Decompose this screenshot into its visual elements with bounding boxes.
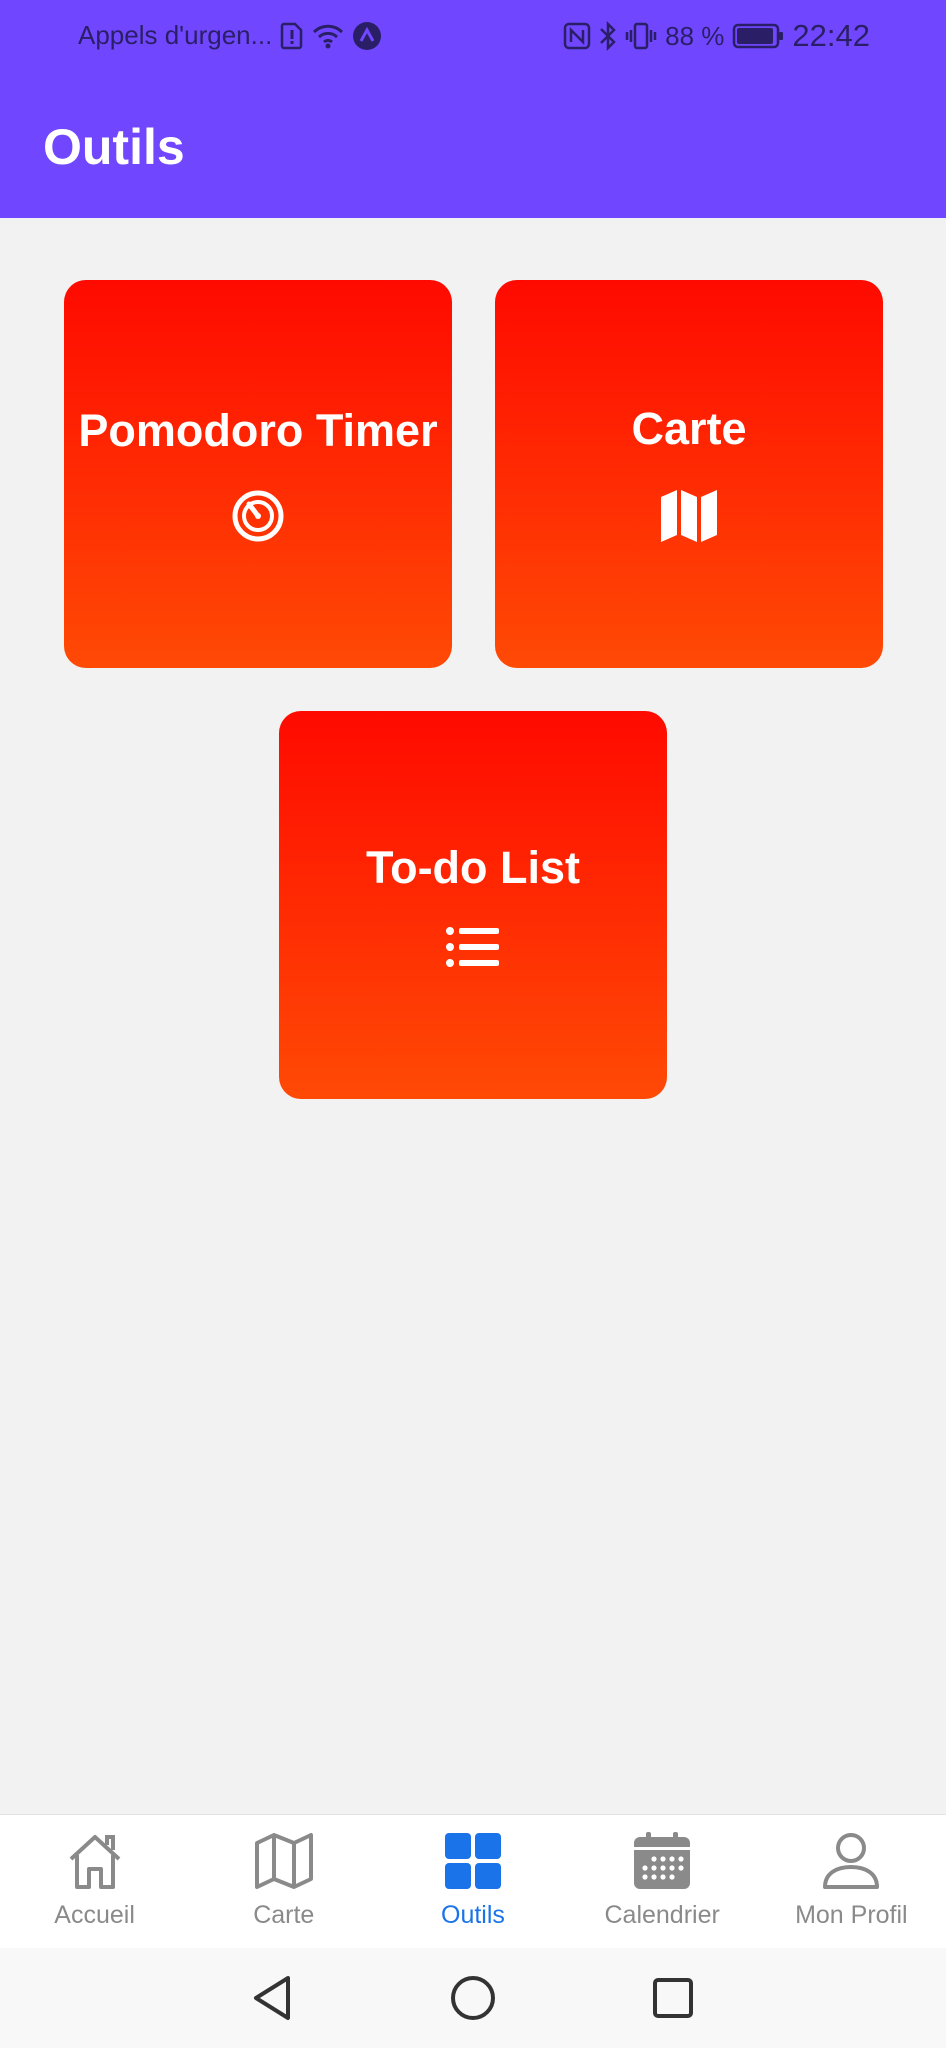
nav-item-calendrier[interactable]: Calendrier bbox=[568, 1815, 757, 1949]
nav-item-outils[interactable]: Outils bbox=[378, 1815, 567, 1949]
nav-label: Accueil bbox=[54, 1901, 135, 1929]
bottom-navigation: Accueil Carte Outils Calendrier Mon Prof… bbox=[0, 1814, 946, 1948]
home-icon bbox=[63, 1829, 127, 1893]
battery-percent: 88 % bbox=[665, 20, 725, 51]
map-icon bbox=[659, 487, 719, 545]
status-bar: Appels d'urgen... 88 % 22:42 bbox=[0, 0, 946, 72]
status-right: 88 % 22:42 bbox=[563, 18, 870, 54]
nav-label: Mon Profil bbox=[795, 1901, 908, 1929]
system-navigation-bar bbox=[0, 1948, 946, 2048]
tile-label: Carte bbox=[631, 403, 747, 454]
app-notification-icon bbox=[352, 21, 382, 51]
bluetooth-icon bbox=[599, 21, 617, 51]
wifi-icon bbox=[312, 23, 344, 49]
nav-item-accueil[interactable]: Accueil bbox=[0, 1815, 189, 1949]
vibrate-icon bbox=[625, 22, 657, 50]
tile-label: To-do List bbox=[365, 842, 581, 893]
nav-label: Outils bbox=[441, 1901, 505, 1929]
home-button[interactable] bbox=[445, 1970, 501, 2026]
person-icon bbox=[819, 1829, 883, 1893]
pomodoro-timer-tile[interactable]: Pomodoro Timer bbox=[64, 280, 452, 668]
tile-label: Pomodoro Timer bbox=[78, 405, 438, 456]
nav-item-carte[interactable]: Carte bbox=[189, 1815, 378, 1949]
battery-icon bbox=[732, 23, 784, 49]
todo-list-tile[interactable]: To-do List bbox=[279, 711, 667, 1099]
recent-apps-button[interactable] bbox=[645, 1970, 701, 2026]
grid-icon bbox=[441, 1829, 505, 1893]
page-title: Outils bbox=[43, 119, 185, 175]
app-header: Appels d'urgen... 88 % 22:42 Outils bbox=[0, 0, 946, 218]
nav-item-mon-profil[interactable]: Mon Profil bbox=[757, 1815, 946, 1949]
nfc-icon bbox=[563, 22, 591, 50]
map-tile[interactable]: Carte bbox=[495, 280, 883, 668]
calendar-icon bbox=[630, 1829, 694, 1893]
sim-alert-icon bbox=[280, 22, 304, 50]
map-icon bbox=[252, 1829, 316, 1893]
carrier-text: Appels d'urgen... bbox=[78, 20, 273, 50]
status-left: Appels d'urgen... bbox=[78, 20, 382, 51]
list-icon bbox=[446, 926, 500, 968]
clock-time: 22:42 bbox=[792, 18, 870, 53]
back-button[interactable] bbox=[244, 1970, 300, 2026]
stopwatch-icon bbox=[231, 489, 285, 543]
nav-label: Calendrier bbox=[604, 1901, 720, 1929]
nav-label: Carte bbox=[253, 1901, 315, 1929]
